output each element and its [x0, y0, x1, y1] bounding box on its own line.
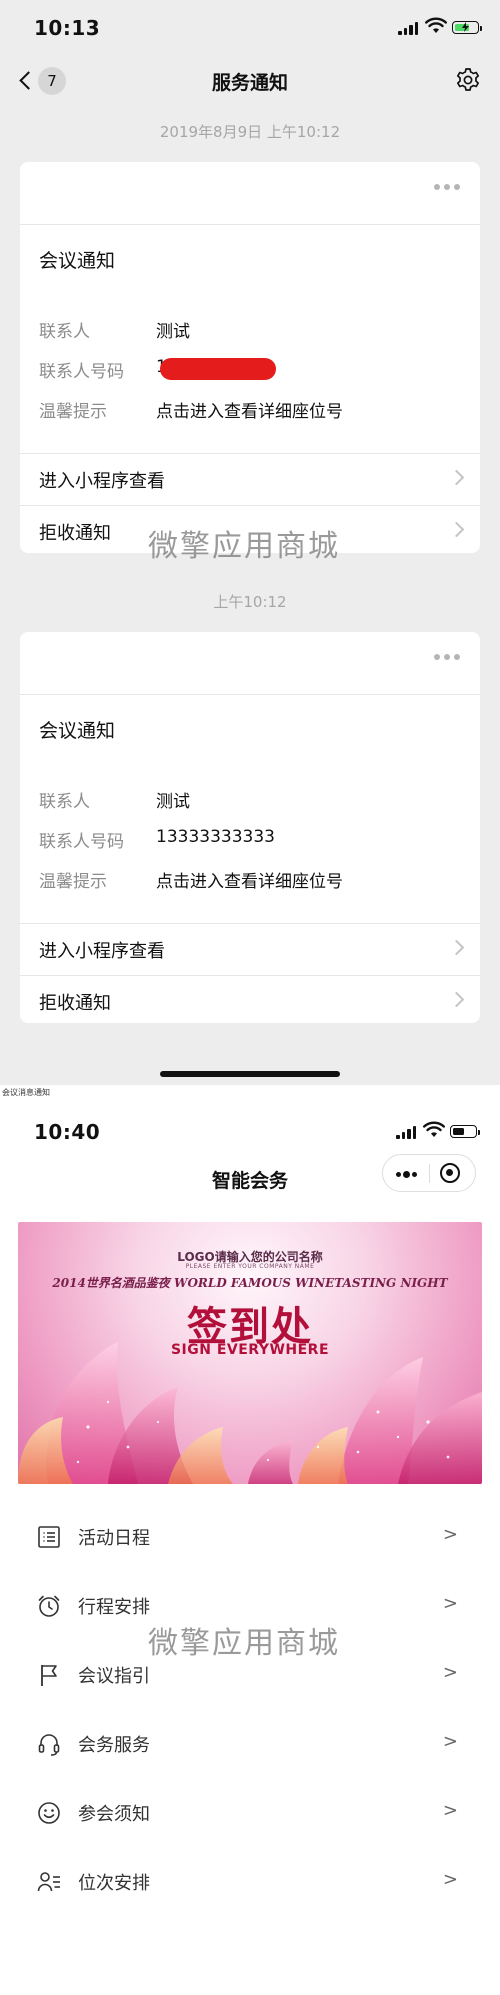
menu-item-activity-schedule[interactable]: 活动日程 >	[0, 1502, 500, 1571]
notification-card: 会议通知 联系人 测试 联系人号码 1 温馨提示 点击进入查看详细座位号 进入小…	[20, 162, 480, 553]
wifi-icon	[423, 1121, 445, 1137]
watermark: 微擎应用商城	[148, 529, 340, 564]
message-timestamp: 2019年8月9日 上午10:12	[159, 123, 341, 141]
open-miniprogram-button[interactable]: 进入小程序查看	[20, 923, 480, 976]
banner-logo-subtitle: PLEASE ENTER YOUR COMPANY NAME	[185, 1263, 315, 1270]
field-value: 测试	[156, 322, 190, 342]
flag-icon	[41, 1665, 57, 1686]
more-icon[interactable]	[434, 654, 460, 660]
chevron-right-icon: >	[442, 1524, 458, 1545]
home-indicator[interactable]	[160, 1071, 340, 1077]
field-value: 测试	[156, 792, 190, 812]
alarm-clock-icon	[38, 1595, 60, 1617]
nav-bar: 7 服务通知	[0, 52, 500, 108]
watermark: 微擎应用商城	[148, 1626, 340, 1661]
field-label: 联系人	[39, 322, 90, 342]
smart-conference-screen: 10:40 智能会务 LOGO请输入您的公司名称 PLEASE ENTER YO…	[0, 1100, 500, 1995]
menu-item-seating-arrangement[interactable]: 位次安排 >	[0, 1847, 500, 1916]
card-title: 会议通知	[39, 250, 116, 272]
page-title: 服务通知	[211, 72, 288, 94]
status-bar: 10:13	[0, 0, 500, 52]
chevron-right-icon	[448, 939, 465, 956]
wifi-icon	[425, 17, 447, 33]
open-miniprogram-button[interactable]: 进入小程序查看	[20, 453, 480, 506]
battery-icon	[450, 1125, 480, 1138]
chevron-right-icon: >	[442, 1869, 458, 1890]
status-time: 10:13	[34, 16, 101, 40]
more-icon[interactable]	[434, 184, 460, 190]
chevron-right-icon: >	[442, 1593, 458, 1614]
action-label: 拒收通知	[39, 993, 111, 1014]
screenshot-caption: 会议消息通知	[2, 1088, 50, 1097]
field-label: 联系人号码	[39, 832, 124, 852]
chevron-right-icon	[448, 521, 465, 538]
action-label: 拒收通知	[39, 523, 111, 544]
chevron-right-icon: >	[442, 1662, 458, 1683]
battery-charging-icon	[452, 21, 482, 34]
service-notification-screen: 10:13 7 服务通知 2019年8月9日 上午10:12 会议通知 联系人 …	[0, 0, 500, 1085]
action-label: 进入小程序查看	[39, 941, 165, 962]
signal-icon	[398, 22, 420, 35]
redaction-mark	[160, 358, 276, 380]
reject-notification-button[interactable]: 拒收通知	[20, 975, 480, 1023]
chevron-right-icon: >	[442, 1800, 458, 1821]
menu-item-label: 行程安排	[78, 1597, 150, 1618]
miniprogram-capsule	[382, 1154, 476, 1192]
menu-item-label: 参会须知	[78, 1804, 150, 1825]
headset-icon	[38, 1734, 60, 1756]
status-bar: 10:40	[0, 1100, 500, 1152]
divider	[429, 1164, 430, 1183]
field-value: 13333333333	[156, 827, 275, 847]
menu-item-label: 会议指引	[78, 1666, 150, 1687]
field-label: 联系人号码	[39, 362, 124, 382]
chevron-right-icon	[448, 991, 465, 1008]
banner-english-title: SIGN EVERYWHERE	[170, 1342, 330, 1358]
field-label: 联系人	[39, 792, 90, 812]
event-banner: LOGO请输入您的公司名称 PLEASE ENTER YOUR COMPANY …	[18, 1222, 482, 1484]
close-miniprogram-icon[interactable]	[440, 1163, 460, 1183]
message-timestamp: 上午10:12	[213, 593, 287, 611]
field-label: 温馨提示	[39, 402, 107, 422]
status-time: 10:40	[34, 1120, 101, 1144]
seat-list-icon	[37, 1872, 60, 1892]
divider	[20, 224, 480, 225]
field-value: 点击进入查看详细座位号	[156, 872, 343, 892]
field-value: 点击进入查看详细座位号	[156, 402, 343, 422]
menu-item-label: 会务服务	[78, 1735, 150, 1756]
list-icon	[38, 1526, 60, 1548]
gear-icon[interactable]	[455, 67, 481, 93]
chevron-right-icon	[448, 469, 465, 486]
banner-event-line: 2014世界名酒品鉴夜 WORLD FAMOUS WINETASTING NIG…	[52, 1276, 448, 1290]
action-label: 进入小程序查看	[39, 471, 165, 492]
notification-card: 会议通知 联系人 测试 联系人号码 13333333333 温馨提示 点击进入查…	[20, 632, 480, 1023]
smiley-icon	[38, 1802, 60, 1824]
signal-icon	[396, 1126, 418, 1139]
more-icon[interactable]	[396, 1171, 418, 1178]
field-label: 温馨提示	[39, 872, 107, 892]
menu-item-label: 活动日程	[78, 1528, 150, 1549]
menu-item-label: 位次安排	[78, 1873, 150, 1894]
chevron-right-icon: >	[442, 1731, 458, 1752]
card-title: 会议通知	[39, 720, 116, 742]
menu-item-attendee-notice[interactable]: 参会须知 >	[0, 1778, 500, 1847]
divider	[20, 694, 480, 695]
menu-item-conference-service[interactable]: 会务服务 >	[0, 1709, 500, 1778]
